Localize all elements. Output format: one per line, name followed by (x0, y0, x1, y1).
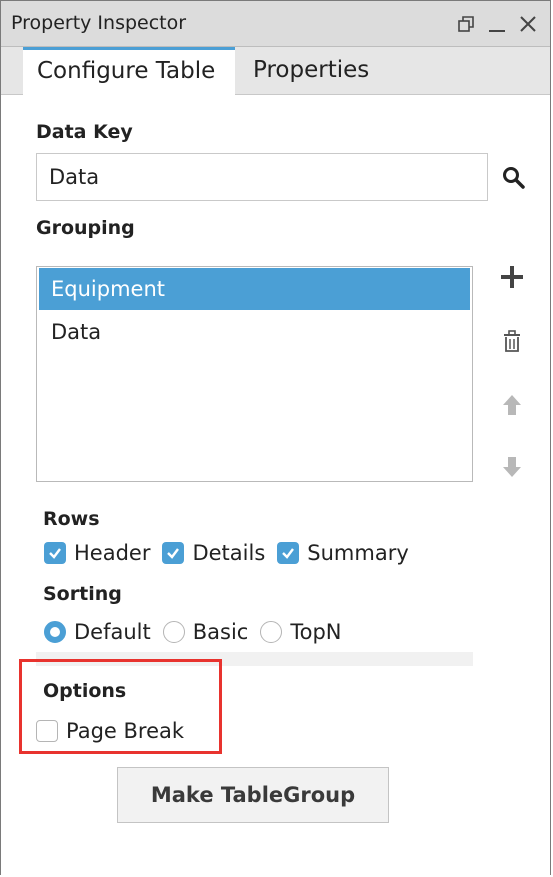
grouping-item-equipment[interactable]: Equipment (39, 268, 470, 310)
details-label: Details (192, 541, 266, 565)
summary-checkbox[interactable]: Summary (277, 541, 409, 565)
minimize-icon[interactable] (487, 14, 507, 34)
grouping-list[interactable]: Equipment Data (36, 266, 473, 482)
default-radio[interactable]: Default (44, 620, 151, 644)
search-icon[interactable] (501, 165, 527, 191)
configure-table-content: Data Key Data Grouping Equipment Data Ro… (1, 95, 550, 875)
tab-configure-table[interactable]: Configure Table (23, 47, 235, 95)
sorting-label: Sorting (43, 583, 122, 605)
make-tablegroup-button[interactable]: Make TableGroup (117, 767, 389, 823)
topn-label: TopN (290, 620, 342, 644)
basic-label: Basic (192, 620, 249, 644)
add-icon[interactable] (498, 263, 526, 291)
topn-radio[interactable]: TopN (260, 620, 342, 644)
checkmark-icon (162, 542, 185, 564)
property-inspector-panel: Property Inspector Configure Table Prope… (0, 0, 551, 875)
restore-icon[interactable] (456, 14, 476, 34)
grouping-label: Grouping (36, 217, 135, 239)
tab-bar: Configure Table Properties (1, 47, 550, 95)
move-down-icon[interactable] (498, 453, 526, 481)
close-icon[interactable] (518, 14, 538, 34)
basic-radio[interactable]: Basic (162, 620, 249, 644)
checkmark-icon (277, 542, 300, 564)
trash-icon[interactable] (498, 328, 526, 356)
tab-properties[interactable]: Properties (239, 47, 389, 95)
rows-label: Rows (43, 508, 100, 530)
page-break-checkbox[interactable]: Page Break (36, 719, 184, 743)
data-key-field[interactable]: Data (36, 153, 488, 201)
details-checkbox[interactable]: Details (162, 541, 265, 565)
rows-options: Header Details Summary (44, 541, 421, 565)
header-label: Header (74, 541, 151, 565)
options-label: Options (43, 680, 127, 702)
default-label: Default (74, 620, 151, 644)
checkmark-icon (44, 542, 66, 564)
move-up-icon[interactable] (498, 391, 526, 419)
sorting-options: Default Basic TopN (44, 620, 354, 644)
data-key-label: Data Key (36, 121, 133, 143)
page-break-label: Page Break (66, 719, 185, 743)
summary-label: Summary (307, 541, 409, 565)
header-checkbox[interactable]: Header (44, 541, 150, 565)
grouping-item-data[interactable]: Data (39, 311, 470, 353)
title-bar: Property Inspector (1, 1, 550, 47)
window-title: Property Inspector (11, 12, 187, 34)
